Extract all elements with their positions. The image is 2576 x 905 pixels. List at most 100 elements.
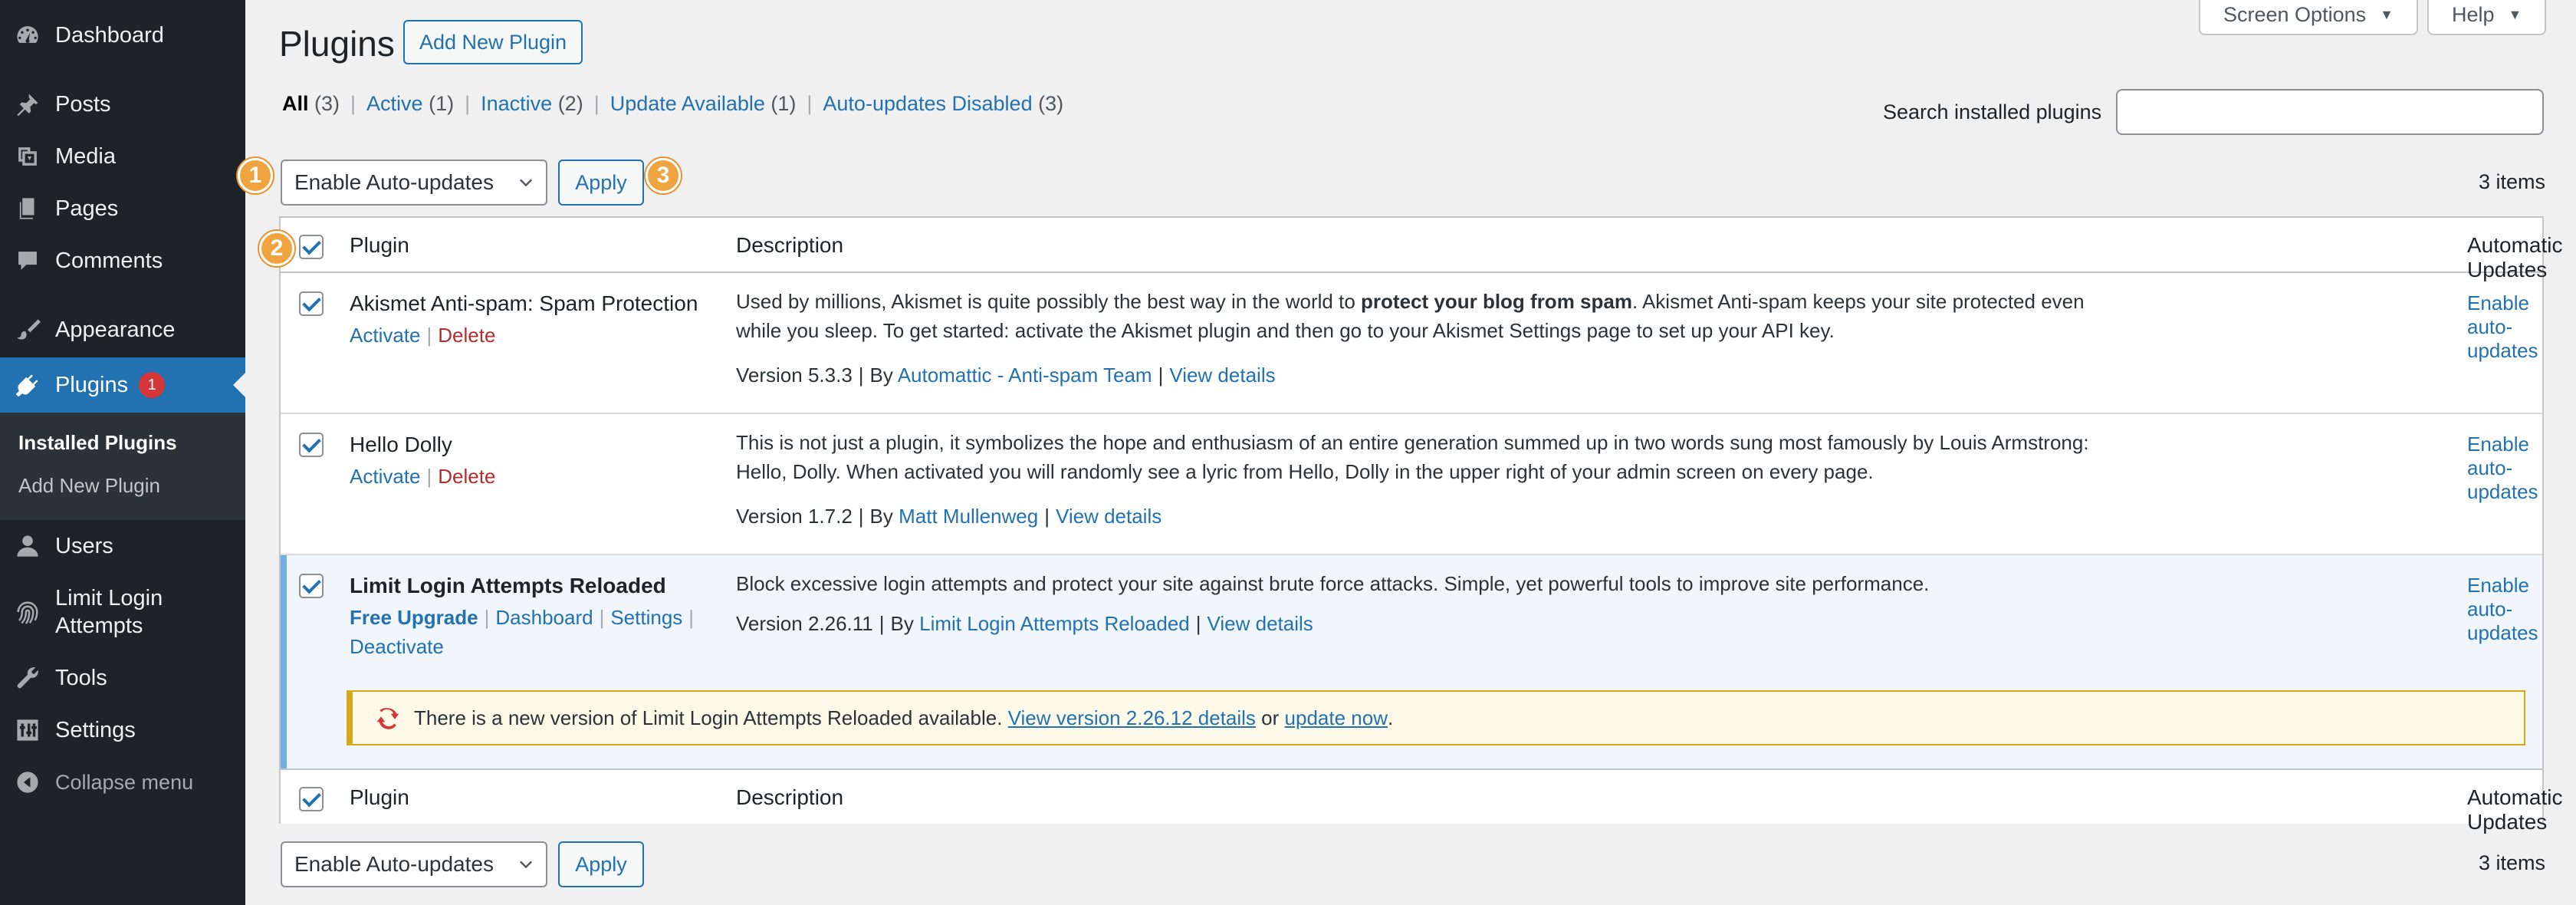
sidebar-item-plugins[interactable]: Plugins 1	[0, 357, 245, 413]
sidebar-item-appearance[interactable]: Appearance	[0, 310, 245, 350]
sidebar-item-label: Media	[55, 143, 116, 169]
plugin-status-filters: All (3) | Active (1) | Inactive (2) | Up…	[282, 92, 1064, 116]
screen-options-button[interactable]: Screen Options ▼	[2199, 0, 2418, 35]
user-icon	[14, 532, 41, 560]
row-checkbox[interactable]	[299, 574, 324, 598]
search-label: Search installed plugins	[1883, 100, 2102, 123]
author-link[interactable]: Limit Login Attempts Reloaded	[919, 612, 1190, 635]
sidebar-item-settings[interactable]: Settings	[0, 710, 245, 750]
free-upgrade-link[interactable]: Free Upgrade	[350, 606, 478, 629]
add-new-plugin-button[interactable]: Add New Plugin	[403, 20, 583, 64]
submenu-add-new-plugin[interactable]: Add New Plugin	[18, 474, 160, 498]
sidebar-item-tools[interactable]: Tools	[0, 658, 245, 698]
row-actions: Activate | Delete	[350, 465, 496, 488]
sidebar-collapse-menu[interactable]: Collapse menu	[0, 762, 245, 802]
sidebar-item-label: Pages	[55, 196, 119, 221]
sidebar-item-pages[interactable]: Pages	[0, 189, 245, 229]
filter-active[interactable]: Active (1)	[366, 92, 454, 116]
column-plugin-footer[interactable]: Plugin	[350, 785, 409, 810]
step-1-badge: 1	[238, 158, 273, 193]
sidebar-item-dashboard[interactable]: Dashboard	[0, 15, 245, 55]
filter-inactive[interactable]: Inactive (2)	[481, 92, 583, 116]
items-count-bottom: 3 items	[2478, 851, 2545, 874]
step-2-badge: 2	[259, 231, 294, 266]
row-checkbox[interactable]	[299, 291, 324, 316]
sidebar-item-label: Settings	[55, 717, 136, 742]
update-count-badge: 1	[139, 372, 166, 398]
sidebar-item-label: Collapse menu	[55, 770, 194, 794]
filter-all[interactable]: All (3)	[282, 92, 340, 116]
search-plugins-input[interactable]	[2116, 89, 2544, 135]
step-3-badge: 3	[646, 158, 681, 193]
enable-auto-updates-link[interactable]: Enable auto-updates	[2467, 433, 2542, 504]
activate-link[interactable]: Activate	[350, 324, 421, 347]
plugin-name: Hello Dolly	[350, 433, 452, 456]
sidebar-item-label: Comments	[55, 248, 163, 273]
table-row: Hello Dolly Activate | Delete This is not …	[281, 414, 2542, 555]
sidebar-item-users[interactable]: Users	[0, 526, 245, 566]
main-content: Screen Options ▼ Help ▼ Plugins Add New …	[238, 0, 2576, 905]
row-checkbox[interactable]	[299, 433, 324, 457]
sidebar-item-label: Dashboard	[55, 22, 164, 48]
row-actions: Activate | Delete	[350, 324, 496, 347]
bulk-action-select-bottom[interactable]: Enable Auto-updates	[281, 841, 547, 887]
plugin-name: Limit Login Attempts Reloaded	[350, 574, 666, 597]
filter-auto-updates-disabled[interactable]: Auto-updates Disabled (3)	[823, 92, 1063, 116]
dashboard-link[interactable]: Dashboard	[495, 606, 593, 629]
sidebar-item-comments[interactable]: Comments	[0, 241, 245, 281]
plugin-icon	[14, 371, 41, 399]
activate-link[interactable]: Activate	[350, 465, 421, 488]
settings-link[interactable]: Settings	[610, 606, 682, 629]
table-header: Plugin Description Automatic Updates	[281, 218, 2563, 281]
sidebar-item-label: Plugins	[55, 372, 129, 397]
author-link[interactable]: Matt Mullenweg	[899, 505, 1038, 528]
plugin-description: Used by millions, Akismet is quite possi…	[736, 290, 2085, 342]
column-automatic-updates-footer: Automatic Updates	[2467, 785, 2563, 834]
admin-sidebar: Dashboard Posts Media Pages Comments App…	[0, 0, 245, 905]
column-plugin[interactable]: Plugin	[350, 233, 409, 258]
sidebar-item-label: Posts	[55, 91, 111, 117]
submenu-installed-plugins[interactable]: Installed Plugins	[18, 431, 177, 455]
update-now-link[interactable]: update now	[1285, 706, 1388, 730]
table-row-active: Limit Login Attempts Reloaded Free Upgra…	[281, 555, 2542, 770]
sidebar-item-label: Tools	[55, 665, 107, 690]
caret-down-icon: ▼	[2508, 6, 2522, 22]
plugins-table: Plugin Description Automatic Updates Aki…	[279, 216, 2563, 834]
update-notice: There is a new version of Limit Login At…	[347, 690, 2525, 745]
enable-auto-updates-link[interactable]: Enable auto-updates	[2467, 574, 2542, 645]
view-details-link[interactable]: View details	[1056, 505, 1162, 528]
table-footer: Plugin Description Automatic Updates	[281, 768, 2563, 834]
apply-bulk-action-button[interactable]: Apply	[558, 160, 644, 206]
brush-icon	[14, 316, 41, 344]
update-refresh-icon	[376, 708, 399, 729]
sidebar-item-media[interactable]: Media	[0, 137, 245, 176]
bulk-action-select[interactable]: Enable Auto-updates	[281, 160, 547, 206]
collapse-icon	[14, 768, 41, 796]
enable-auto-updates-link[interactable]: Enable auto-updates	[2467, 291, 2542, 363]
dashboard-icon	[14, 21, 41, 49]
chevron-down-icon	[519, 861, 533, 869]
delete-link[interactable]: Delete	[438, 324, 495, 347]
plugin-meta: Version 2.26.11 | By Limit Login Attempts …	[736, 612, 1313, 635]
sidebar-item-posts[interactable]: Posts	[0, 84, 245, 124]
author-link[interactable]: Automattic - Anti-spam Team	[898, 364, 1152, 387]
filter-update-available[interactable]: Update Available (1)	[610, 92, 797, 116]
view-details-link[interactable]: View details	[1169, 364, 1275, 387]
apply-bulk-action-button-bottom[interactable]: Apply	[558, 841, 644, 887]
view-version-details-link[interactable]: View version 2.26.12 details	[1008, 706, 1256, 730]
plugins-submenu: Installed Plugins Add New Plugin	[0, 413, 245, 520]
delete-link[interactable]: Delete	[438, 465, 495, 488]
deactivate-link[interactable]: Deactivate	[350, 635, 444, 658]
fingerprint-icon	[14, 598, 41, 626]
view-details-link[interactable]: View details	[1208, 612, 1313, 635]
plugin-meta: Version 1.7.2 | By Matt Mullenweg | View det…	[736, 505, 1162, 528]
comment-icon	[14, 247, 41, 275]
pages-icon	[14, 195, 41, 222]
sidebar-item-label: Users	[55, 533, 113, 558]
sidebar-item-limit-login-attempts[interactable]: Limit Login Attempts	[0, 580, 245, 644]
plugin-name: Akismet Anti-spam: Spam Protection	[350, 291, 698, 315]
select-all-checkbox-footer[interactable]	[299, 787, 324, 811]
sidebar-item-label: Appearance	[55, 317, 176, 342]
select-all-checkbox[interactable]	[299, 235, 324, 259]
help-button[interactable]: Help ▼	[2427, 0, 2547, 35]
